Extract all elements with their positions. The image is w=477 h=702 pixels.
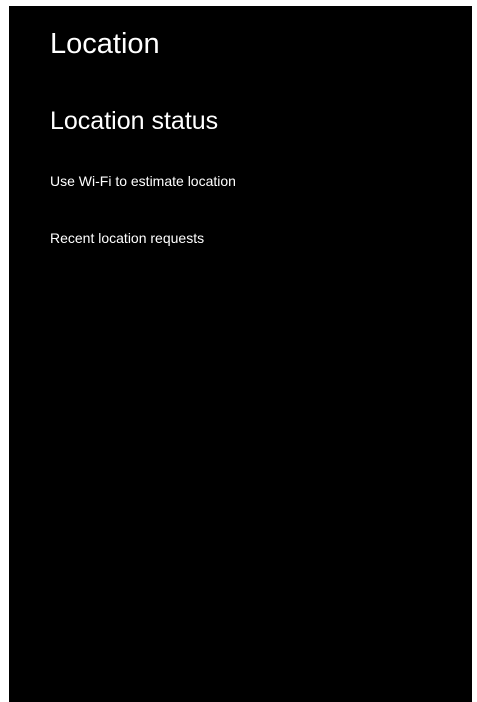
page-title: Location <box>50 28 160 60</box>
settings-panel: Location Location status Use Wi-Fi to es… <box>9 6 472 702</box>
section-title-location-status: Location status <box>50 107 219 135</box>
menu-item-label: Use Wi-Fi to estimate location <box>50 173 236 189</box>
menu-item-recent-location-requests[interactable]: Recent location requests <box>50 229 204 247</box>
menu-item-use-wifi-to-estimate-location[interactable]: Use Wi-Fi to estimate location <box>50 172 236 190</box>
menu-item-label: Recent location requests <box>50 230 205 246</box>
